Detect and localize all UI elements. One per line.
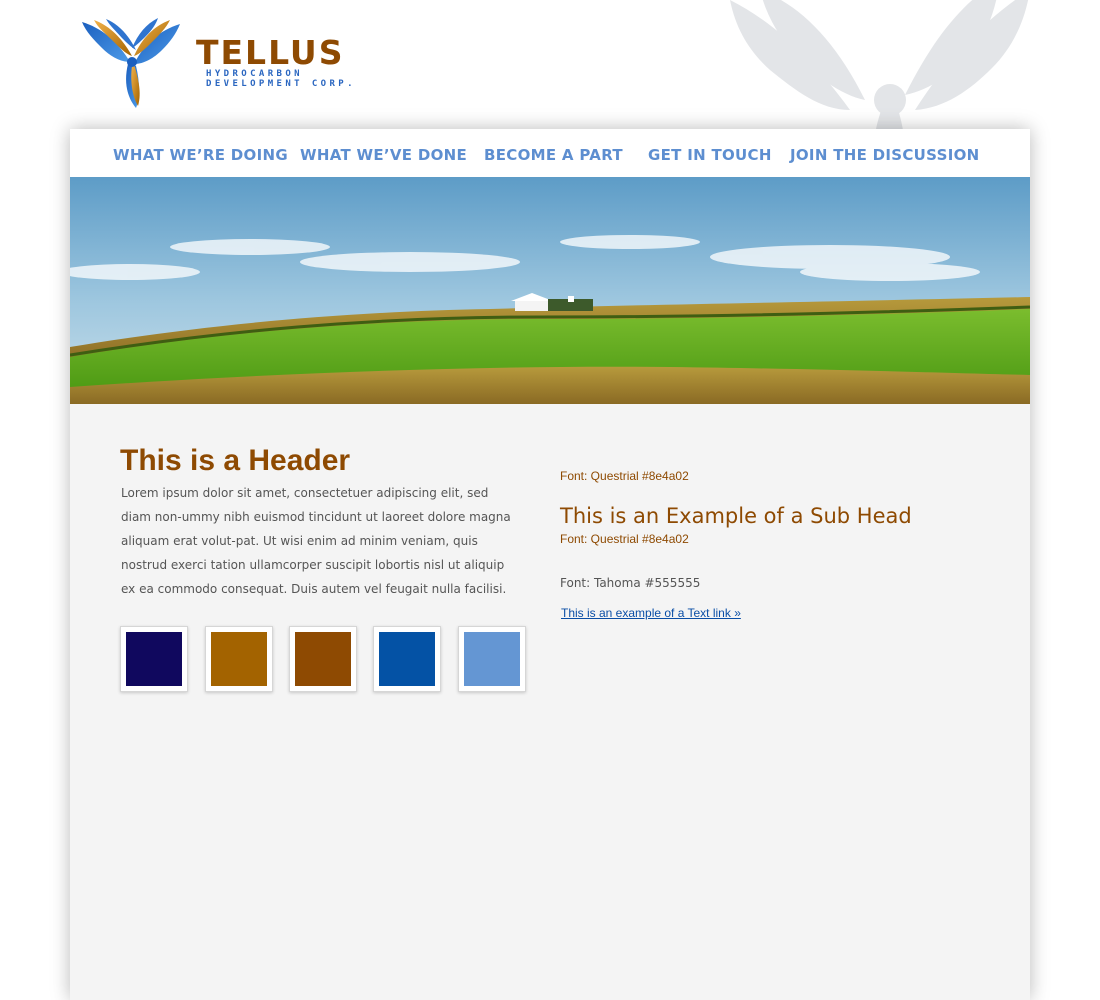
nav-item-what-were-doing[interactable]: WHAT WE’RE DOING (113, 146, 288, 164)
color-swatch-navy (120, 626, 188, 692)
nav-item-what-weve-done[interactable]: WHAT WE’VE DONE (300, 146, 467, 164)
nav-item-get-in-touch[interactable]: GET IN TOUCH (648, 146, 772, 164)
nav-item-become-a-part[interactable]: BECOME A PART (484, 146, 623, 164)
section-header: This is a Header (120, 444, 351, 477)
content-card: WHAT WE’RE DOING WHAT WE’VE DONE BECOME … (70, 129, 1030, 1000)
sub-head-example: This is an Example of a Sub Head (560, 504, 912, 528)
font-note-questrial-sub: Font: Questrial #8e4a02 (560, 532, 689, 546)
color-swatch-light-blue-fill (464, 632, 520, 686)
color-swatch-navy-fill (126, 632, 182, 686)
color-swatch-blue (373, 626, 441, 692)
main-nav: WHAT WE’RE DOING WHAT WE’VE DONE BECOME … (70, 129, 1030, 177)
font-note-questrial: Font: Questrial #8e4a02 (560, 469, 689, 483)
page: TELLUS HYDROCARBON DEVELOPMENT CORP. WHA… (0, 0, 1100, 1000)
color-swatch-light-blue (458, 626, 526, 692)
body-paragraph: Lorem ipsum dolor sit amet, consectetuer… (121, 486, 511, 596)
brand-subline-2: DEVELOPMENT CORP. (206, 79, 356, 89)
logo-text: TELLUS HYDROCARBON DEVELOPMENT CORP. (196, 36, 356, 89)
font-note-tahoma: Font: Tahoma #555555 (560, 576, 701, 590)
logo[interactable]: TELLUS HYDROCARBON DEVELOPMENT CORP. (80, 18, 360, 110)
text-link-example[interactable]: This is an example of a Text link » (561, 606, 741, 620)
color-swatch-amber (205, 626, 273, 692)
color-swatch-brown-fill (295, 632, 351, 686)
tellus-logo-icon (82, 18, 180, 108)
color-swatch-brown (289, 626, 357, 692)
color-swatch-amber-fill (211, 632, 267, 686)
nav-item-join-the-discussion[interactable]: JOIN THE DISCUSSION (790, 146, 980, 164)
color-swatch-blue-fill (379, 632, 435, 686)
hero-farm-landscape-image (70, 177, 1030, 404)
brand-name: TELLUS (196, 33, 345, 72)
